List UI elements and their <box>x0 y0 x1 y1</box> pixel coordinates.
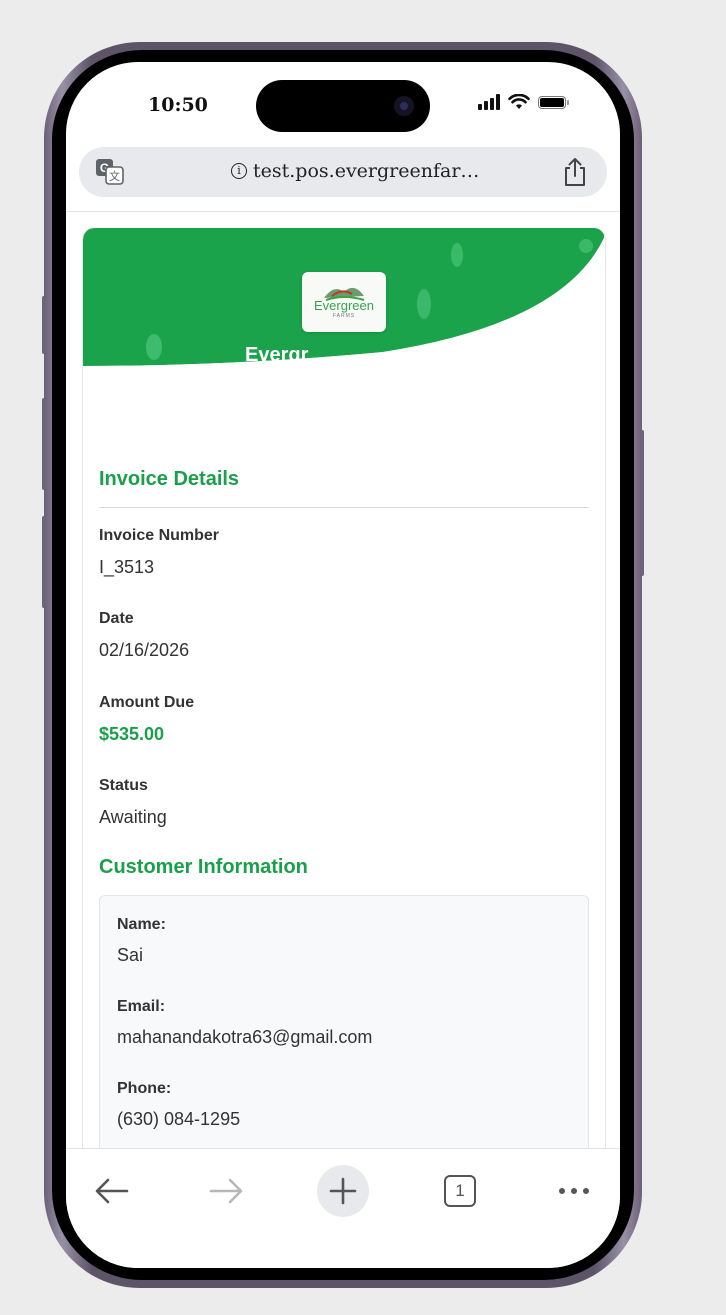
hero-banner: Evergreen FARMS Evergr <box>83 228 605 428</box>
volume-up-button <box>42 398 46 490</box>
phone-screen: 10:50 G 文 i test.pos.evergreenfar… Everg… <box>66 62 620 1268</box>
date-value: 02/16/2026 <box>99 640 190 660</box>
tab-count: 1 <box>455 1181 465 1200</box>
url-text: test.pos.evergreenfar… <box>253 160 480 182</box>
status-label: Status <box>99 777 148 794</box>
section-divider <box>99 507 589 508</box>
share-icon[interactable] <box>561 157 589 187</box>
invoice-page: Evergreen FARMS Evergr Invoice Details I… <box>82 228 606 1179</box>
url-display[interactable]: i test.pos.evergreenfar… <box>231 160 479 182</box>
svg-text:文: 文 <box>109 169 120 183</box>
status-value: Awaiting <box>99 807 167 827</box>
translate-icon[interactable]: G 文 <box>95 158 125 186</box>
cellular-signal-icon <box>478 94 500 110</box>
system-icons <box>478 94 569 110</box>
arrow-right-icon <box>209 1178 243 1204</box>
dynamic-island <box>256 80 430 132</box>
customer-email-label: Email: <box>117 998 166 1015</box>
tabs-button[interactable]: 1 <box>434 1165 486 1217</box>
customer-name-value: Sai <box>117 945 144 965</box>
battery-icon <box>538 95 569 109</box>
amount-due-value: $535.00 <box>99 724 165 744</box>
power-button <box>640 430 644 576</box>
info-icon[interactable]: i <box>231 163 247 179</box>
volume-down-button <box>42 516 46 608</box>
customer-name-label: Name: <box>117 916 166 933</box>
front-camera <box>394 96 414 116</box>
customer-information-heading: Customer Information <box>99 856 308 878</box>
tab-count-icon: 1 <box>444 1175 476 1207</box>
action-button <box>42 296 46 354</box>
forward-button[interactable] <box>200 1165 252 1217</box>
customer-card: Name: Sai Email: mahanandakotra63@gmail.… <box>99 895 589 1178</box>
invoice-number-label: Invoice Number <box>99 527 220 544</box>
plus-icon <box>329 1177 357 1205</box>
header-divider <box>66 211 620 212</box>
invoice-number-value: I_3513 <box>99 557 155 577</box>
more-options-icon <box>559 1188 589 1194</box>
status-time: 10:50 <box>148 94 208 116</box>
arrow-left-icon <box>95 1178 129 1204</box>
hero-wave <box>83 238 605 428</box>
address-bar[interactable]: G 文 i test.pos.evergreenfar… <box>79 147 607 197</box>
browser-toolbar: 1 <box>66 1148 620 1268</box>
wifi-icon <box>508 94 530 109</box>
customer-email-value: mahanandakotra63@gmail.com <box>117 1027 373 1047</box>
new-tab-button[interactable] <box>317 1165 369 1217</box>
more-menu-button[interactable] <box>548 1165 600 1217</box>
amount-due-label: Amount Due <box>99 694 195 711</box>
date-label: Date <box>99 610 134 627</box>
invoice-details-heading: Invoice Details <box>99 468 240 490</box>
back-button[interactable] <box>86 1165 138 1217</box>
customer-phone-label: Phone: <box>117 1080 172 1097</box>
customer-phone-value: (630) 084-1295 <box>117 1109 241 1129</box>
